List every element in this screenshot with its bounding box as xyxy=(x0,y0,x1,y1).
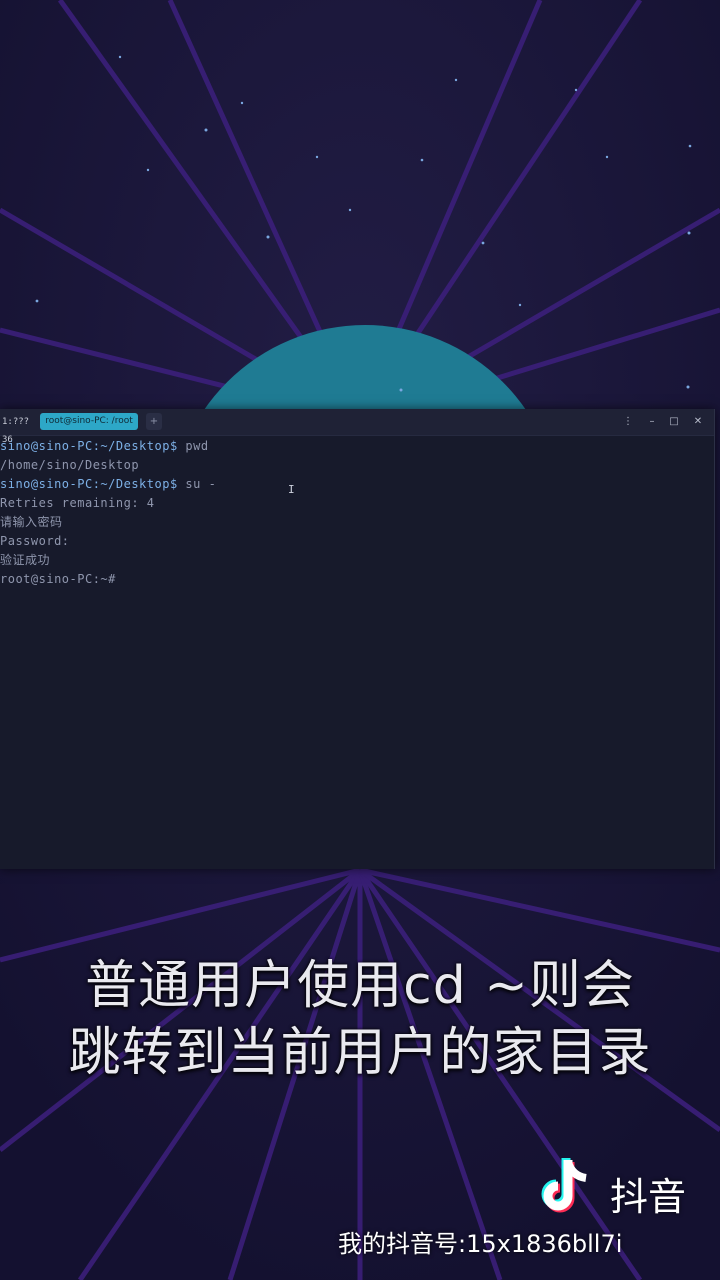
terminal-line: root@sino-PC:~# xyxy=(0,570,116,589)
terminal-line: sino@sino-PC:~/Desktop$ su - xyxy=(0,475,216,494)
output-text: /home/sino/Desktop xyxy=(0,458,140,472)
output-text: 验证成功 xyxy=(0,553,51,567)
douyin-brand-text: 抖音 xyxy=(610,1175,687,1219)
tab-inactive[interactable]: 1:??? 36 xyxy=(0,413,40,445)
new-tab-button[interactable]: + xyxy=(146,413,162,430)
close-button[interactable]: ✕ xyxy=(692,416,704,428)
terminal-line: sino@sino-PC:~/Desktop$ pwd xyxy=(0,437,209,456)
minimize-button[interactable]: – xyxy=(646,416,658,428)
terminal-line: /home/sino/Desktop xyxy=(0,456,139,475)
root-prompt: root@sino-PC:~# xyxy=(0,572,116,586)
command-text: su - xyxy=(177,477,217,491)
menu-icon[interactable]: ⋮ xyxy=(622,416,634,428)
subtitle-line-2: 跳转到当前用户的家目录 xyxy=(68,1023,652,1083)
douyin-logo-icon xyxy=(541,1158,587,1213)
terminal-output[interactable]: sino@sino-PC:~/Desktop$ pwd /home/sino/D… xyxy=(0,437,714,869)
output-text: Password: xyxy=(0,534,70,548)
terminal-titlebar[interactable]: 1:??? 36 root@sino-PC: /root + ⋮ – □ ✕ xyxy=(0,409,714,445)
terminal-line: 验证成功 xyxy=(0,551,50,570)
shell-prompt: sino@sino-PC:~/Desktop$ xyxy=(0,477,178,491)
tab-root[interactable]: root@sino-PC: /root xyxy=(40,413,138,430)
terminal-window[interactable]: 1:??? 36 root@sino-PC: /root + ⋮ – □ ✕ s… xyxy=(0,409,715,869)
douyin-account-id: 我的抖音号:15x1836bll7i xyxy=(338,1230,623,1258)
subtitle-line-1: 普通用户使用cd ~则会 xyxy=(85,956,635,1016)
terminal-line: Password: xyxy=(0,532,70,551)
terminal-line: 请输入密码 xyxy=(0,513,63,532)
output-text: Retries remaining: 4 xyxy=(0,496,155,510)
command-text: pwd xyxy=(177,439,209,453)
shell-prompt: sino@sino-PC:~/Desktop$ xyxy=(0,439,178,453)
text-cursor-icon: I xyxy=(288,483,296,496)
maximize-button[interactable]: □ xyxy=(668,416,680,428)
terminal-line: Retries remaining: 4 xyxy=(0,494,155,513)
output-text: 请输入密码 xyxy=(0,515,63,529)
